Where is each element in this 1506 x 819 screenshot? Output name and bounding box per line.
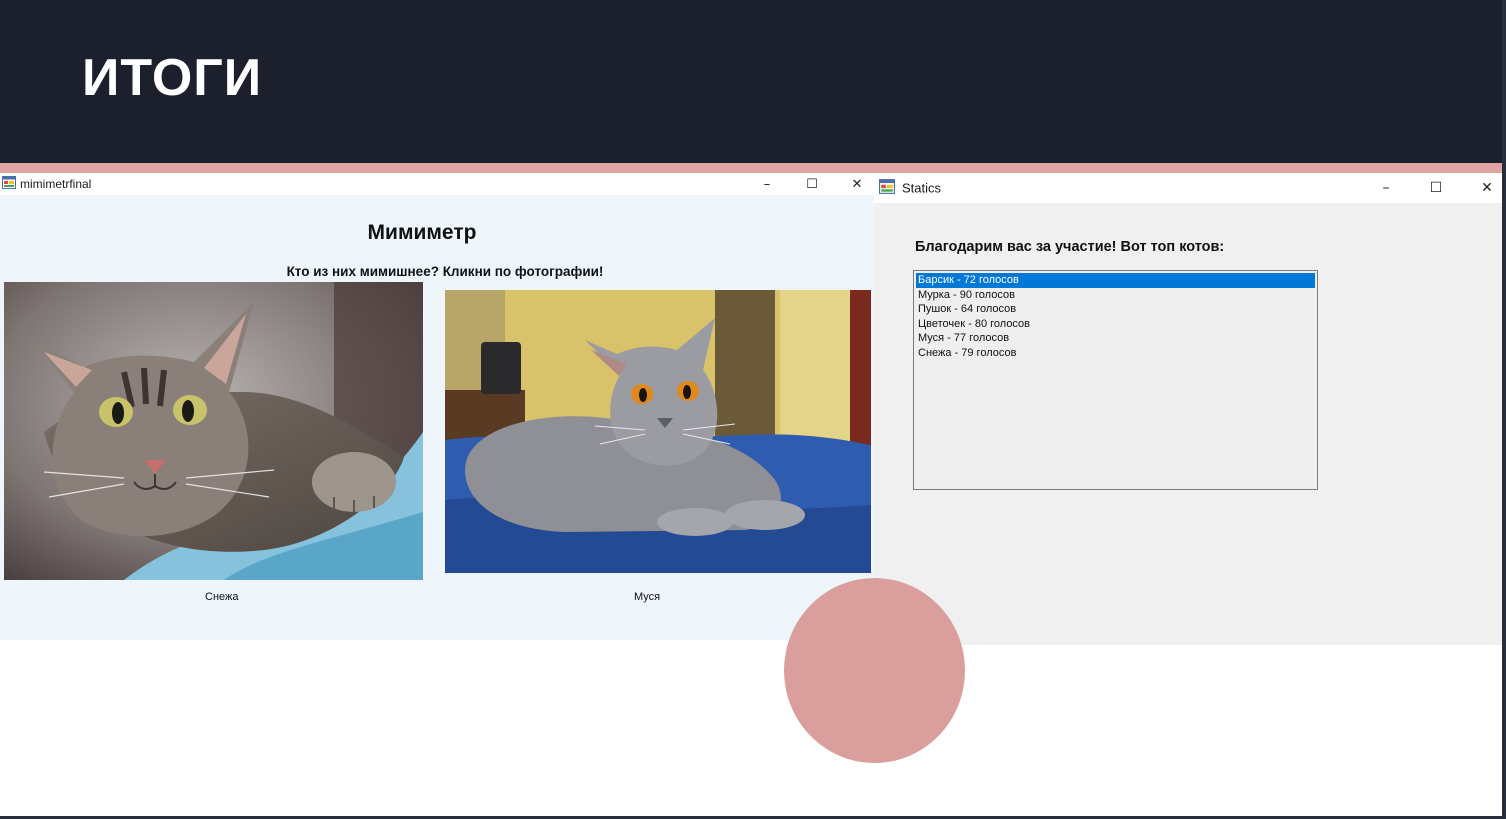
gray-british-cat-photo — [445, 290, 871, 573]
form-heading: Мимиметр — [367, 221, 477, 244]
photo-caption-right: Муся — [634, 591, 661, 603]
close-button[interactable]: ✕ — [842, 173, 872, 195]
form-subtitle: Кто из них мимишнее? Кликни по фотографи… — [286, 264, 604, 279]
list-item[interactable]: Муся - 77 голосов — [916, 331, 1315, 346]
list-item[interactable]: Пушок - 64 голосов — [916, 302, 1315, 317]
mimimeter-window: mimimetrfinal – ☐ ✕ Мимиметр Кто из них … — [0, 173, 874, 640]
app-form-icon — [2, 176, 16, 192]
list-item[interactable]: Барсик - 72 голосов — [916, 273, 1315, 288]
window-title: Statics — [902, 180, 942, 196]
tabby-cat-photo — [4, 282, 423, 580]
photo-caption-left: Снежа — [205, 591, 239, 603]
list-item[interactable]: Снежа - 79 голосов — [916, 346, 1315, 361]
mimimeter-titlebar[interactable]: mimimetrfinal – ☐ ✕ — [0, 173, 874, 195]
app-form-icon — [879, 179, 895, 197]
slide-header: ИТОГИ — [0, 0, 1506, 163]
decorative-circle — [784, 578, 965, 763]
slide-edge — [1502, 0, 1506, 819]
maximize-button[interactable]: ☐ — [797, 173, 827, 195]
window-title: mimimetrfinal — [20, 177, 92, 191]
close-button[interactable]: ✕ — [1472, 173, 1502, 203]
list-item[interactable]: Мурка - 90 голосов — [916, 288, 1315, 303]
slide-title: ИТОГИ — [82, 49, 263, 107]
statics-window: Statics – ☐ ✕ Благодарим вас за участие!… — [874, 173, 1502, 645]
maximize-button[interactable]: ☐ — [1421, 173, 1451, 203]
statics-heading: Благодарим вас за участие! Вот топ котов… — [915, 239, 1225, 255]
minimize-button[interactable]: – — [1371, 173, 1401, 203]
accent-stripe — [0, 163, 1502, 173]
minimize-button[interactable]: – — [752, 173, 782, 195]
cat-photo-snezha[interactable] — [4, 282, 423, 580]
list-item[interactable]: Цветочек - 80 голосов — [916, 317, 1315, 332]
statics-titlebar[interactable]: Statics – ☐ ✕ — [874, 173, 1502, 203]
results-listbox[interactable]: Барсик - 72 голосов Мурка - 90 голосов П… — [913, 270, 1318, 490]
cat-photo-musya[interactable] — [445, 290, 871, 573]
